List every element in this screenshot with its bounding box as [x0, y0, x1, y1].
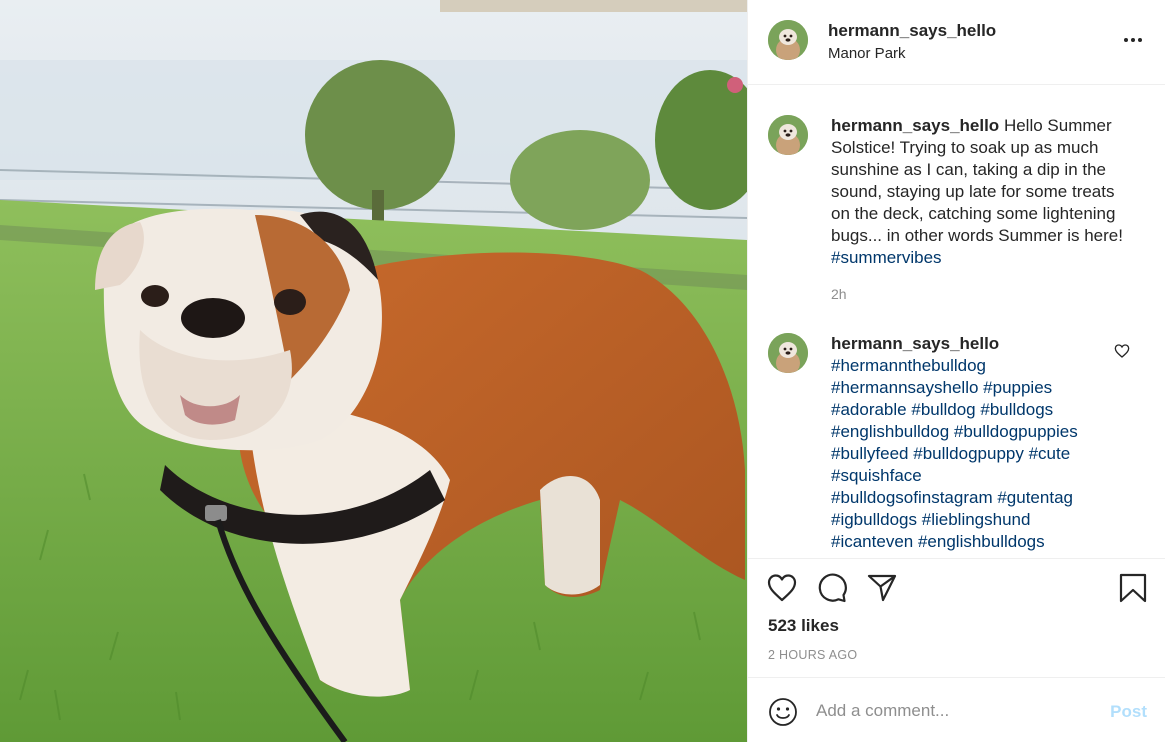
- hashtag-link[interactable]: #puppies: [983, 378, 1052, 397]
- post-side-panel: hermann_says_hello Manor Park hermann_sa…: [747, 0, 1165, 742]
- add-comment-bar: Post: [748, 677, 1165, 742]
- hashtag-link[interactable]: #icanteven: [831, 532, 913, 551]
- caption-text: Hello Summer Solstice! Trying to soak up…: [831, 116, 1123, 245]
- post-comment-button[interactable]: Post: [1110, 702, 1147, 722]
- hashtag-link[interactable]: #gutentag: [997, 488, 1073, 507]
- comment-username[interactable]: hermann_says_hello: [831, 333, 1136, 355]
- comment-like-heart-icon[interactable]: [1114, 343, 1130, 359]
- hashtag-link[interactable]: #summervibes: [831, 248, 942, 267]
- caption-username[interactable]: hermann_says_hello: [831, 116, 999, 135]
- hashtag-link[interactable]: #bullyfeed: [831, 444, 909, 463]
- hashtag-link[interactable]: #hermannsayshello: [831, 378, 978, 397]
- caption-time[interactable]: 2h: [831, 283, 1136, 305]
- comment-icon[interactable]: [816, 572, 848, 604]
- hashtag-link[interactable]: #cute: [1029, 444, 1071, 463]
- bulldog-photo: [0, 0, 747, 742]
- avatar[interactable]: [768, 333, 808, 373]
- likes-count[interactable]: 523 likes: [768, 616, 839, 636]
- hashtag-link[interactable]: #igbulldogs: [831, 510, 917, 529]
- post-header: hermann_says_hello Manor Park: [748, 0, 1165, 85]
- caption-body: hermann_says_hello Hello Summer Solstice…: [831, 115, 1136, 305]
- comment-body: hermann_says_hello #hermannthebulldog #h…: [831, 333, 1136, 553]
- hashtag-link[interactable]: #bulldogs: [980, 400, 1053, 419]
- avatar[interactable]: [768, 115, 808, 155]
- share-icon[interactable]: [866, 572, 898, 604]
- hashtag-link[interactable]: #squishface: [831, 466, 922, 485]
- hashtag-link[interactable]: #lieblingshund: [922, 510, 1031, 529]
- bulldog-avatar-image: [768, 333, 808, 373]
- hashtag-link[interactable]: #bulldog: [911, 400, 975, 419]
- post-location[interactable]: Manor Park: [828, 45, 906, 62]
- post-timestamp[interactable]: 2 HOURS AGO: [768, 648, 857, 662]
- action-bar: [748, 570, 1165, 610]
- hashtag-link[interactable]: #adorable: [831, 400, 907, 419]
- hashtag-link[interactable]: #hermannthebulldog: [831, 356, 986, 375]
- bookmark-icon[interactable]: [1117, 572, 1149, 604]
- hashtag-link[interactable]: #bulldogpuppies: [954, 422, 1078, 441]
- hashtag-link[interactable]: #bulldogsofinstagram: [831, 488, 993, 507]
- comment-input[interactable]: [816, 696, 1086, 726]
- avatar[interactable]: [768, 20, 808, 60]
- comment-hashtags: #hermannthebulldog #hermannsayshello #pu…: [831, 355, 1136, 553]
- bulldog-avatar-image: [768, 115, 808, 155]
- emoji-icon[interactable]: [768, 697, 798, 727]
- comments-list[interactable]: hermann_says_hello Hello Summer Solstice…: [748, 86, 1165, 558]
- hashtag-link[interactable]: #englishbulldogs: [918, 532, 1045, 551]
- more-options-icon[interactable]: [1121, 28, 1145, 52]
- divider: [748, 558, 1165, 559]
- post-author-username[interactable]: hermann_says_hello: [828, 21, 996, 41]
- hashtag-link[interactable]: #englishbulldog: [831, 422, 949, 441]
- post-photo[interactable]: [0, 0, 747, 742]
- bulldog-avatar-image: [768, 20, 808, 60]
- hashtag-link[interactable]: #bulldogpuppy: [913, 444, 1024, 463]
- heart-icon[interactable]: [766, 572, 798, 604]
- instagram-post: hermann_says_hello Manor Park hermann_sa…: [0, 0, 1165, 742]
